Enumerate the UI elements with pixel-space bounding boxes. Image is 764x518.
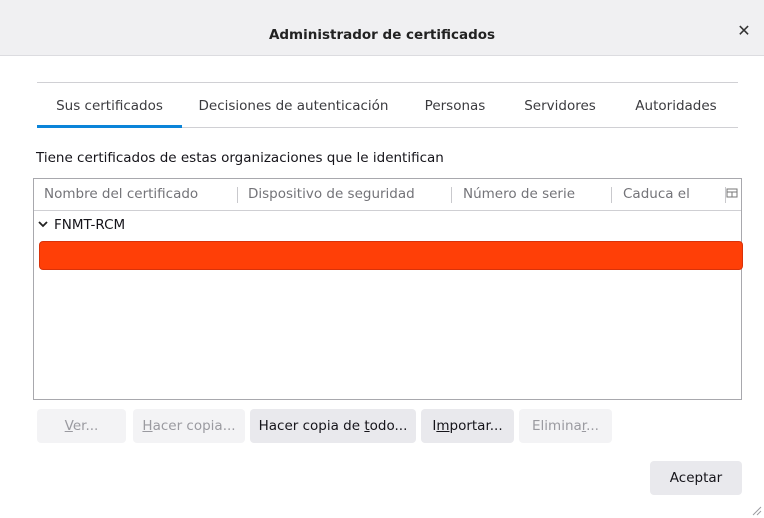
tab-bar: Sus certificados Decisiones de autentica…: [37, 82, 738, 128]
column-picker-icon[interactable]: [725, 187, 739, 203]
selected-certificate-row[interactable]: [39, 241, 743, 270]
column-security-device[interactable]: Dispositivo de seguridad: [248, 179, 415, 210]
backup-button[interactable]: Hacer copia...: [133, 409, 245, 443]
column-serial-number[interactable]: Número de serie: [463, 179, 575, 210]
chevron-down-icon[interactable]: [38, 214, 50, 236]
column-certificate-name[interactable]: Nombre del certificado: [44, 179, 198, 210]
tab-servers[interactable]: Servidores: [516, 83, 604, 128]
tab-authorities[interactable]: Autoridades: [627, 83, 725, 128]
tab-people[interactable]: Personas: [417, 83, 493, 128]
delete-button[interactable]: Eliminar...: [519, 409, 612, 443]
column-expires-on[interactable]: Caduca el: [623, 179, 690, 210]
intro-text: Tiene certificados de estas organizacion…: [36, 150, 444, 166]
import-button[interactable]: Importar...: [421, 409, 514, 443]
tree-group-row[interactable]: FNMT-RCM: [34, 214, 741, 236]
backup-all-button[interactable]: Hacer copia de todo...: [250, 409, 416, 443]
close-icon[interactable]: ✕: [736, 23, 752, 39]
tab-authentication-decisions[interactable]: Decisiones de autenticación: [192, 83, 395, 128]
tree-header: Nombre del certificado Dispositivo de se…: [34, 179, 741, 211]
view-button[interactable]: Ver...: [37, 409, 126, 443]
dialog-title: Administrador de certificados: [268, 27, 496, 43]
certificates-tree[interactable]: Nombre del certificado Dispositivo de se…: [33, 178, 743, 400]
resize-grip-icon[interactable]: [750, 504, 762, 516]
dialog-titlebar: Administrador de certificados ✕: [0, 0, 764, 56]
ok-button[interactable]: Aceptar: [650, 461, 742, 495]
column-separator[interactable]: [237, 187, 238, 203]
column-separator[interactable]: [451, 187, 452, 203]
column-separator[interactable]: [611, 187, 612, 203]
tab-your-certificates[interactable]: Sus certificados: [37, 83, 182, 128]
tree-group-label: FNMT-RCM: [54, 217, 126, 233]
